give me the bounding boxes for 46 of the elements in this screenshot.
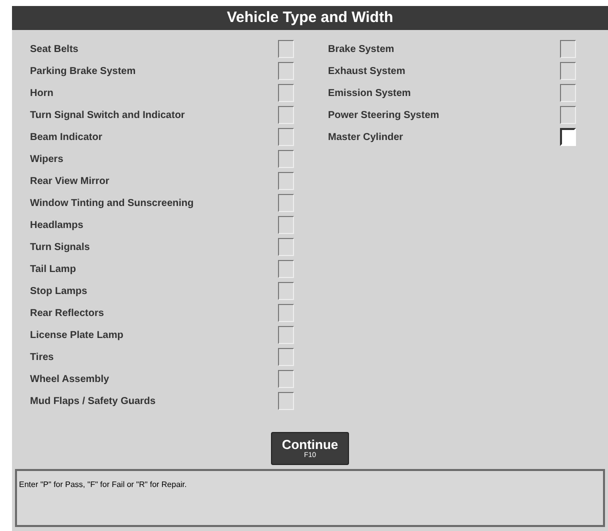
message-text: Enter "P" for Pass, "F" for Fail or "R" for Repair.: [19, 480, 187, 489]
item-label: Emission System: [328, 86, 411, 100]
input-field[interactable]: [278, 282, 294, 300]
item-label: Master Cylinder: [328, 130, 404, 144]
input-field[interactable]: [278, 216, 294, 234]
item-label: License Plate Lamp: [30, 328, 124, 342]
input-field[interactable]: [278, 128, 294, 146]
input-field[interactable]: [560, 106, 576, 124]
input-field[interactable]: [278, 260, 294, 278]
item-label: Exhaust System: [328, 64, 406, 78]
input-field[interactable]: [278, 172, 294, 190]
input-field[interactable]: [278, 106, 294, 124]
input-field[interactable]: [278, 62, 294, 80]
item-label: Wipers: [30, 152, 64, 166]
item-label: Turn Signal Switch and Indicator: [30, 108, 185, 122]
input-field[interactable]: [278, 194, 294, 212]
item-label: Horn: [30, 86, 54, 100]
input-field[interactable]: [278, 150, 294, 168]
page-title: Vehicle Type and Width: [226, 8, 394, 28]
input-field[interactable]: [278, 370, 294, 388]
item-label: Rear View Mirror: [30, 174, 110, 188]
input-field[interactable]: [278, 84, 294, 102]
item-label: Tail Lamp: [30, 262, 76, 276]
input-field[interactable]: [278, 392, 294, 410]
item-label: Seat Belts: [30, 42, 78, 56]
input-field[interactable]: [560, 84, 576, 102]
item-label: Turn Signals: [30, 240, 90, 254]
item-label: Power Steering System: [328, 108, 440, 122]
input-field[interactable]: [560, 128, 576, 146]
item-label: Window Tinting and Sunscreening: [30, 196, 194, 210]
input-field[interactable]: [278, 326, 294, 344]
input-field[interactable]: [278, 304, 294, 322]
item-label: Rear Reflectors: [30, 306, 104, 320]
item-label: Brake System: [328, 42, 394, 56]
item-label: Wheel Assembly: [30, 372, 110, 386]
input-field[interactable]: [560, 62, 576, 80]
item-label: Headlamps: [30, 218, 84, 232]
input-field[interactable]: [278, 238, 294, 256]
item-label: Beam Indicator: [30, 130, 102, 144]
item-label: Stop Lamps: [30, 284, 88, 298]
input-field[interactable]: [278, 348, 294, 366]
item-label: Mud Flaps / Safety Guards: [30, 394, 156, 408]
item-label: Parking Brake System: [30, 64, 136, 78]
item-label: Tires: [30, 350, 54, 364]
input-field[interactable]: [278, 40, 294, 58]
input-field[interactable]: [560, 40, 576, 58]
